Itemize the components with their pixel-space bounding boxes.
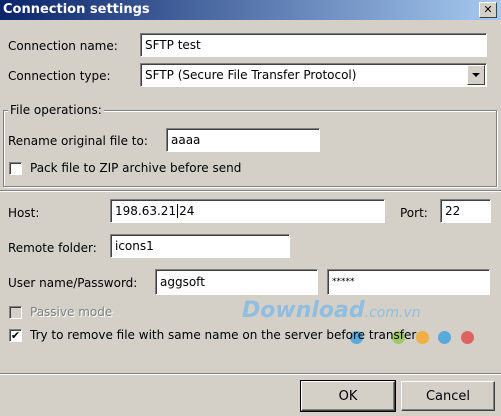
remove-file-label: Try to remove file with same name on the… [30, 328, 417, 342]
passive-mode-label: Passive mode [30, 305, 113, 319]
rename-input[interactable]: aaaa [166, 128, 320, 152]
zip-label: Pack file to ZIP archive before send [30, 161, 242, 175]
watermark-dot [438, 331, 451, 344]
connection-type-label: Connection type: [8, 69, 111, 83]
remote-folder-value: icons1 [115, 239, 154, 253]
port-label: Port: [400, 206, 428, 220]
watermark-brand: Download [242, 298, 365, 323]
ok-button[interactable]: OK [300, 380, 396, 412]
host-value-part1: 198.63.21 [115, 204, 177, 218]
dropdown-button[interactable] [467, 65, 485, 85]
download-watermark: Download.com.vn [242, 298, 421, 323]
ok-button-label: OK [338, 388, 358, 404]
username-value: aggsoft [160, 275, 205, 289]
connection-type-select[interactable]: SFTP (Secure File Transfer Protocol) [140, 63, 487, 87]
separator [0, 190, 501, 192]
remote-folder-label: Remote folder: [8, 241, 97, 255]
check-icon: ✔ [10, 329, 21, 342]
remote-folder-input[interactable]: icons1 [110, 234, 290, 258]
connection-name-input[interactable]: SFTP test [140, 33, 487, 57]
connection-name-label: Connection name: [8, 39, 118, 53]
cancel-button[interactable]: Cancel [401, 381, 495, 411]
text-caret [177, 204, 179, 218]
cancel-button-label: Cancel [425, 388, 471, 404]
host-label: Host: [8, 206, 40, 220]
window-title: Connection settings [3, 2, 150, 17]
remove-file-checkbox[interactable]: ✔ [9, 329, 22, 342]
connection-type-value: SFTP (Secure File Transfer Protocol) [145, 68, 357, 82]
host-value-part2: 24 [179, 204, 195, 218]
password-input[interactable]: ***** [327, 269, 490, 295]
chevron-down-icon [472, 73, 480, 77]
file-operations-title: File operations: [8, 103, 104, 117]
username-input[interactable]: aggsoft [155, 269, 318, 295]
port-value: 22 [445, 204, 461, 218]
watermark-dot [416, 331, 429, 344]
connection-name-value: SFTP test [145, 38, 201, 52]
zip-checkbox[interactable] [9, 162, 22, 175]
watermark-dot [461, 331, 474, 344]
password-value: ***** [332, 277, 355, 287]
title-bar: Connection settings ✕ [0, 0, 501, 20]
rename-value: aaaa [171, 133, 201, 147]
port-input[interactable]: 22 [440, 199, 491, 223]
watermark-suffix: .com.vn [364, 305, 421, 321]
close-button[interactable]: ✕ [479, 2, 497, 18]
passive-mode-checkbox [9, 306, 22, 319]
host-input[interactable]: 198.63.21 24 [110, 199, 385, 223]
separator [0, 373, 501, 375]
user-password-label: User name/Password: [8, 276, 138, 290]
rename-label: Rename original file to: [8, 134, 148, 148]
close-icon: ✕ [483, 3, 493, 16]
